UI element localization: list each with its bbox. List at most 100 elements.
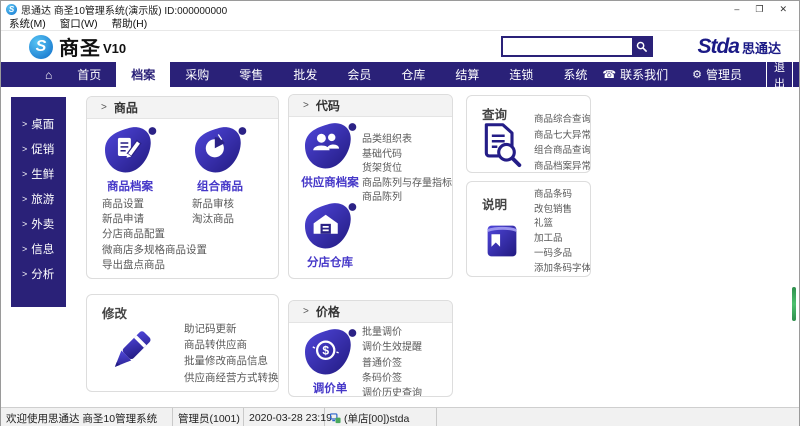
link-item[interactable]: 调价生效提醒 [362, 340, 422, 355]
close-button[interactable]: ✕ [779, 4, 787, 15]
titlebar: S 思通达 商圣10管理系统(演示版) ID:000000000 – ❐ ✕ [1, 1, 799, 17]
status-empty [437, 408, 799, 426]
link-item[interactable]: 导出盘点商品 [102, 258, 207, 273]
sidebar-item-info[interactable]: > 信息 [11, 236, 66, 261]
link-item[interactable]: 条码价签 [362, 371, 422, 386]
statusbar: 欢迎使用思通达 商圣10管理系统 管理员(1001) 2020-03-28 23… [1, 407, 799, 426]
modify-links: 助记码更新 商品转供应商 批量修改商品信息 供应商经营方式转换 [184, 321, 278, 386]
brand-cn: 思通达 [741, 40, 781, 56]
gear-icon: ⚙ [692, 69, 702, 81]
restore-button[interactable]: ❐ [755, 4, 763, 15]
pie-chart-icon [195, 127, 247, 173]
link-item[interactable]: 基础代码 [362, 148, 452, 163]
chevron-right-icon: > [303, 100, 309, 111]
nav-item-archives[interactable]: 档案 [116, 62, 171, 87]
link-item[interactable]: 商品转供应商 [184, 337, 278, 353]
nav-item-member[interactable]: 会员 [332, 62, 386, 87]
link-item[interactable]: 批量修改商品信息 [184, 353, 278, 369]
menu-help[interactable]: 帮助(H) [112, 16, 148, 31]
side-menu: > 桌面 > 促销 > 生鲜 > 旅游 > 外卖 > 信息 > 分析 [11, 97, 66, 307]
price-links: 批量调价 调价生效提醒 普通价签 条码价签 调价历史查询 [362, 325, 422, 396]
pencil-icon[interactable] [101, 321, 157, 383]
sidebar-item-fresh[interactable]: > 生鲜 [11, 161, 66, 186]
link-item[interactable]: 商品综合查询 [534, 112, 590, 128]
card-price-title: 价格 [315, 305, 340, 319]
search-input[interactable] [503, 38, 633, 55]
link-item[interactable]: 加工品 [534, 232, 590, 247]
menu-system[interactable]: 系统(M) [9, 16, 46, 31]
home-icon[interactable]: ⌂ [45, 68, 52, 82]
card-price: > 价格 $ 调价单 批量调价 调价生效提醒 普通价签 条码价签 调价历史查询 [288, 300, 453, 397]
sidebar-item-promotion[interactable]: > 促销 [11, 136, 66, 161]
link-item[interactable]: 调价历史查询 [362, 386, 422, 396]
chevron-right-icon: > [22, 118, 28, 129]
card-code-title: 代码 [315, 99, 340, 113]
workstation-icon [330, 412, 341, 423]
card-product-title: 商品 [113, 101, 138, 115]
link-item[interactable]: 商品七大异常 [534, 128, 590, 144]
sidebar-item-travel[interactable]: > 旅游 [11, 186, 66, 211]
link-item[interactable]: 组合商品查询 [534, 143, 590, 159]
nav-item-retail[interactable]: 零售 [224, 62, 278, 87]
link-item[interactable]: 助记码更新 [184, 321, 278, 337]
sidebar-item-takeout[interactable]: > 外卖 [11, 211, 66, 236]
warehouse-icon [305, 203, 357, 249]
link-item[interactable]: 批量调价 [362, 325, 422, 340]
search-button[interactable] [632, 36, 652, 57]
suppliers-people-icon [305, 123, 357, 169]
link-item[interactable]: 供应商经营方式转换 [184, 370, 278, 386]
menu-window[interactable]: 窗口(W) [60, 16, 98, 31]
link-item[interactable]: 品类组织表 [362, 133, 452, 148]
card-code-header: > 代码 [289, 95, 452, 117]
link-item[interactable]: 新品审核 [192, 197, 234, 212]
link-item[interactable]: 普通价签 [362, 356, 422, 371]
nav-item-chain[interactable]: 连锁 [494, 62, 548, 87]
main-content: >桌面 >促销 >生鲜 >旅游 >外卖 >信息 >分析 > 商品 [1, 87, 799, 407]
link-item[interactable]: 改包销售 [534, 203, 590, 218]
search-icon [637, 41, 648, 52]
feature-price-adjustment[interactable]: $ 调价单 [299, 327, 361, 396]
book-icon[interactable] [479, 218, 525, 264]
link-item[interactable]: 微商店多规格商品设置 [102, 243, 207, 258]
minimize-button[interactable]: – [734, 4, 739, 15]
menubar: 系统(M) 窗口(W) 帮助(H) [1, 17, 799, 30]
feature-branch-warehouse[interactable]: 分店仓库 [299, 201, 361, 270]
link-item[interactable]: 礼篮 [534, 217, 590, 232]
query-links: 商品综合查询 商品七大异常 组合商品查询 商品档案异常 [534, 112, 590, 172]
nav-item-home[interactable]: 首页 [62, 62, 116, 87]
vertical-scrollbar-thumb[interactable] [792, 287, 796, 321]
feature-product-archive[interactable]: 商品档案 [99, 125, 161, 194]
contact-us-label: 联系我们 [620, 68, 669, 82]
chevron-right-icon: > [22, 218, 28, 229]
link-item[interactable]: 商品档案异常 [534, 159, 590, 172]
chevron-right-icon: > [22, 143, 28, 154]
sidebar-item-analysis[interactable]: > 分析 [11, 261, 66, 286]
admin-label: 管理员 [706, 68, 743, 82]
search-box [501, 36, 654, 57]
link-item[interactable]: 货架货位 [362, 162, 452, 177]
link-item[interactable]: 淘汰商品 [192, 212, 234, 227]
nav-item-wholesale[interactable]: 批发 [278, 62, 332, 87]
feature-label: 组合商品 [197, 181, 243, 193]
nav-item-system[interactable]: 系统 [548, 62, 602, 87]
feature-supplier-archive[interactable]: 供应商档案 [299, 121, 361, 190]
nav-item-purchase[interactable]: 采购 [170, 62, 224, 87]
link-item[interactable]: 添加条码字体 [534, 262, 590, 276]
nav-item-warehouse[interactable]: 仓库 [386, 62, 440, 87]
contact-us[interactable]: ☎ 联系我们 [602, 66, 668, 83]
link-item[interactable]: 分店商品配置 [102, 227, 207, 242]
nav-item-settle[interactable]: 结算 [440, 62, 494, 87]
link-item[interactable]: 商品陈列与存量指标 [362, 177, 452, 192]
status-datetime: 2020-03-28 23:19 [244, 408, 332, 426]
main-navbar: ⌂ 首页 档案 采购 零售 批发 会员 仓库 结算 连锁 系统 ☎ 联系我们 ⚙… [1, 55, 799, 94]
card-modify-title: 修改 [102, 307, 128, 321]
app-window: S 思通达 商圣10管理系统(演示版) ID:000000000 – ❐ ✕ 系… [0, 0, 800, 426]
svg-text:$: $ [322, 344, 329, 358]
link-item[interactable]: 一码多品 [534, 247, 590, 262]
sidebar-item-desktop[interactable]: > 桌面 [11, 111, 66, 136]
link-item[interactable]: 商品陈列 [362, 191, 452, 206]
document-search-icon[interactable] [479, 120, 523, 168]
link-item[interactable]: 商品条码 [534, 188, 590, 203]
feature-combo-product[interactable]: 组合商品 [189, 125, 251, 194]
admin-menu[interactable]: ⚙ 管理员 [692, 66, 742, 83]
